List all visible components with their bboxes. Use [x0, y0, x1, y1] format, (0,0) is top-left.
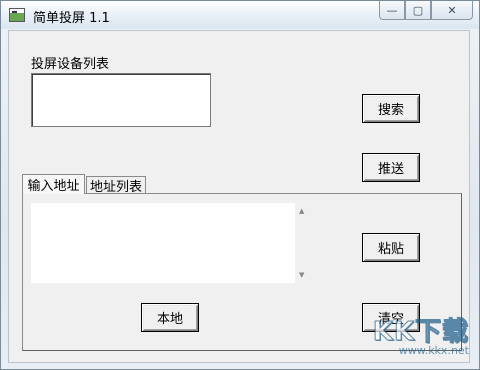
maximize-icon: ▢: [412, 3, 424, 17]
address-input[interactable]: [31, 203, 295, 283]
close-button[interactable]: ✕: [431, 1, 473, 20]
close-icon: ✕: [447, 3, 457, 17]
device-listbox[interactable]: [31, 73, 211, 127]
scroll-down-icon[interactable]: ▼: [299, 271, 304, 279]
watermark-logo: KK下载: [372, 317, 469, 348]
tab-input-address[interactable]: 输入地址: [22, 174, 85, 194]
minimize-button[interactable]: —: [379, 1, 405, 20]
paste-button[interactable]: 粘贴: [362, 233, 420, 262]
push-button[interactable]: 推送: [362, 153, 420, 182]
tab-input-address-label: 输入地址: [27, 179, 80, 194]
local-button[interactable]: 本地: [141, 303, 199, 332]
caption-buttons: — ▢ ✕: [379, 1, 473, 21]
search-button[interactable]: 搜索: [362, 94, 420, 123]
window-title: 简单投屏 1.1: [33, 11, 110, 26]
tab-address-list[interactable]: 地址列表: [86, 176, 146, 195]
minimize-icon: —: [386, 3, 398, 17]
app-icon: [9, 8, 25, 22]
title-bar[interactable]: 简单投屏 1.1 — ▢ ✕: [1, 1, 479, 29]
scroll-up-icon[interactable]: ▲: [299, 207, 304, 215]
app-window: 简单投屏 1.1 — ▢ ✕ 投屏设备列表 搜索 推送 输入地址 地址列表 ▲ …: [0, 0, 480, 370]
maximize-button[interactable]: ▢: [405, 1, 431, 20]
device-list-label: 投屏设备列表: [31, 57, 110, 72]
watermark: KK下载 www.kkx.net: [372, 311, 469, 358]
